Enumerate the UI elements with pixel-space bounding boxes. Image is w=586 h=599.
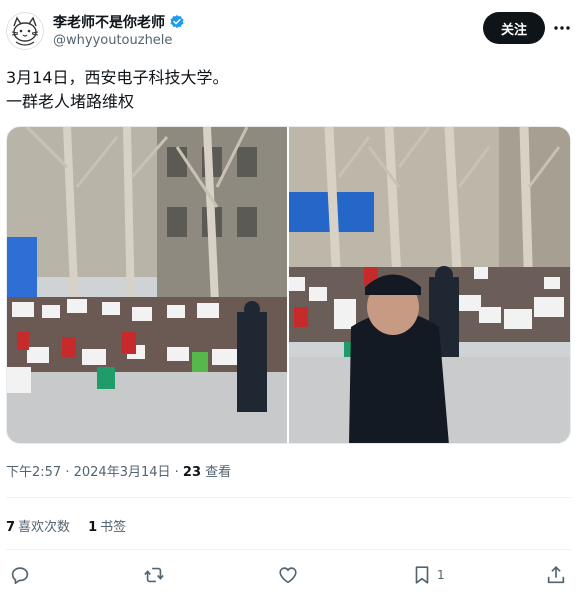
avatar[interactable] [6, 12, 44, 50]
tweet-text-line-1: 3月14日，西安电子科技大学。 [6, 68, 229, 87]
divider [6, 549, 571, 550]
likes-stat[interactable]: 7 喜欢次数 [6, 516, 70, 535]
bookmark-button[interactable]: 1 [411, 564, 445, 586]
share-icon [547, 566, 565, 584]
tweet-date[interactable]: 2024年3月14日 [74, 465, 171, 480]
likes-label: 喜欢次数 [18, 520, 71, 535]
bookmarks-label: 书签 [100, 520, 127, 535]
bookmarks-count: 1 [88, 520, 98, 535]
reply-button[interactable] [9, 564, 31, 586]
divider [6, 497, 571, 498]
bookmark-count: 1 [437, 568, 445, 582]
photo-left[interactable] [7, 127, 287, 443]
tweet-text-line-2: 一群老人堵路维权 [6, 92, 135, 111]
likes-count: 7 [6, 520, 16, 535]
reply-icon [11, 567, 29, 585]
tweet-header: 李老师不是你老师 @whyyoutouzhele 关注 [0, 0, 586, 60]
tweet-stats: 7 喜欢次数 1 书签 [6, 516, 126, 535]
heart-icon [279, 567, 297, 584]
meta-separator: · [170, 465, 183, 480]
bookmark-icon [415, 566, 429, 584]
meta-separator: · [61, 465, 74, 480]
tweet-media [6, 126, 571, 444]
tweet-time[interactable]: 下午2:57 [6, 465, 61, 480]
more-options-icon[interactable] [550, 16, 574, 40]
retweet-button[interactable] [143, 564, 165, 586]
cat-sketch-avatar-image [6, 12, 44, 50]
views-label: 查看 [201, 465, 232, 480]
retweet-icon [144, 567, 164, 583]
protest-photo-left [7, 127, 287, 443]
photo-right[interactable] [289, 127, 570, 443]
like-button[interactable] [277, 564, 299, 586]
protest-photo-right [289, 127, 570, 443]
share-button[interactable] [545, 564, 567, 586]
author-display-name[interactable]: 李老师不是你老师 [53, 12, 165, 32]
follow-button[interactable]: 关注 [483, 12, 545, 44]
tweet-actions: 1 [0, 562, 586, 590]
views-count: 23 [182, 465, 202, 480]
author-handle[interactable]: @whyyoutouzhele [53, 33, 172, 48]
bookmarks-stat[interactable]: 1 书签 [88, 516, 126, 535]
verified-badge-icon [169, 14, 185, 30]
tweet-timestamp-row: 下午2:57 · 2024年3月14日 · 23 查看 [6, 461, 231, 480]
tweet-text: 3月14日，西安电子科技大学。 一群老人堵路维权 [6, 66, 566, 114]
